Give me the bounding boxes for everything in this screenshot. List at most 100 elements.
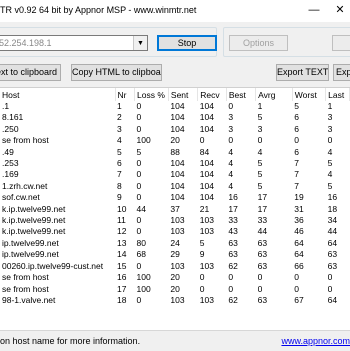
table-row[interactable]: se from host 17 100 20 0 0 0 0 0 xyxy=(0,284,350,295)
value-cell: 104 xyxy=(199,169,214,180)
host-cell: .169 xyxy=(2,169,19,180)
value-cell: 100 xyxy=(136,272,151,283)
value-cell: 104 xyxy=(199,101,214,111)
table-row[interactable]: k.ip.twelve99.net 12 0 103 103 43 44 46 44 xyxy=(0,226,350,237)
table-row[interactable]: sof.cw.net 9 0 104 104 16 17 19 16 xyxy=(0,192,350,203)
value-cell: 17 xyxy=(228,203,238,214)
status-message: on host name for more information. xyxy=(0,336,141,346)
value-cell: 24 xyxy=(170,237,180,248)
value-cell: 3 xyxy=(257,123,263,134)
host-cell: sof.cw.net xyxy=(2,192,40,203)
value-cell: 17 xyxy=(257,203,268,214)
column-header-sent[interactable]: Sent xyxy=(168,88,199,101)
table-row[interactable]: se from host 16 100 20 0 0 0 0 0 xyxy=(0,272,350,283)
host-cell: k.ip.twelve99.net xyxy=(2,226,66,237)
value-cell: 9 xyxy=(117,192,122,203)
value-cell: 64 xyxy=(327,294,338,305)
value-cell: 4 xyxy=(327,169,333,180)
column-header-loss[interactable]: Loss % xyxy=(134,88,169,101)
value-cell: 103 xyxy=(199,215,214,226)
table-row[interactable]: 98-1.valve.net 18 0 103 103 62 63 67 64 xyxy=(0,295,350,306)
table-row[interactable]: .1 1 0 104 104 0 1 5 1 xyxy=(0,101,350,112)
value-cell: 7 xyxy=(117,169,122,180)
table-row[interactable]: 8.161 2 0 104 104 3 5 6 3 xyxy=(0,112,350,123)
table-row[interactable]: .250 3 0 104 104 3 3 6 3 xyxy=(0,124,350,135)
value-cell: 103 xyxy=(199,260,214,271)
table-row[interactable]: 00260.ip.twelve99-cust.net 15 0 103 103 62 63 6… xyxy=(0,261,350,272)
value-cell: 66 xyxy=(294,260,304,271)
value-cell: 44 xyxy=(327,226,338,237)
value-cell: 67 xyxy=(294,294,304,305)
table-row[interactable]: se from host 4 100 20 0 0 0 0 0 xyxy=(0,135,350,146)
host-cell: se from host xyxy=(2,272,49,283)
value-cell: 0 xyxy=(136,101,142,111)
chevron-down-icon[interactable]: ▼ xyxy=(133,36,147,50)
column-header-best[interactable]: Best xyxy=(226,88,257,101)
value-cell: 0 xyxy=(199,272,205,283)
value-cell: 0 xyxy=(294,135,300,146)
value-cell: 7 xyxy=(294,169,300,180)
value-cell: 88 xyxy=(170,146,180,157)
value-cell: 0 xyxy=(294,283,300,294)
column-header-worst[interactable]: Worst xyxy=(292,88,327,101)
table-row[interactable]: .49 5 5 88 84 4 4 6 4 xyxy=(0,147,350,158)
table-row[interactable]: .169 7 0 104 104 4 5 7 4 xyxy=(0,169,350,180)
exit-button[interactable] xyxy=(332,35,350,51)
value-cell: 104 xyxy=(170,123,185,134)
stop-button[interactable]: Stop xyxy=(157,35,217,51)
table-row[interactable]: k.ip.twelve99.net 10 44 37 21 17 17 31 18 xyxy=(0,204,350,215)
minimize-button[interactable]: — xyxy=(306,3,322,17)
copy-html-button[interactable]: Copy HTML to clipboard xyxy=(71,64,162,81)
value-cell: 0 xyxy=(257,283,263,294)
value-cell: 104 xyxy=(199,158,214,169)
value-cell: 19 xyxy=(294,192,304,203)
column-header-nr[interactable]: Nr xyxy=(115,88,136,101)
value-cell: 0 xyxy=(136,260,142,271)
export-text-button[interactable]: Export TEXT xyxy=(276,64,329,81)
value-cell: 3 xyxy=(228,112,234,123)
table-row[interactable]: k.ip.twelve99.net 11 0 103 103 33 33 36 34 xyxy=(0,215,350,226)
value-cell: 0 xyxy=(228,283,234,294)
value-cell: 63 xyxy=(257,294,268,305)
value-cell: 68 xyxy=(136,249,146,260)
value-cell: 2 xyxy=(117,112,122,123)
value-cell: 0 xyxy=(294,272,300,283)
column-header-last[interactable]: Last xyxy=(325,88,350,101)
column-header-recv[interactable]: Recv xyxy=(197,88,227,101)
host-combobox[interactable]: 52.254.198.1 ▼ xyxy=(0,35,148,51)
copy-text-button[interactable]: ext to clipboard xyxy=(0,64,61,81)
value-cell: 103 xyxy=(170,226,185,237)
value-cell: 104 xyxy=(170,169,185,180)
value-cell: 7 xyxy=(294,180,300,191)
value-cell: 100 xyxy=(136,283,151,294)
host-cell: k.ip.twelve99.net xyxy=(2,203,66,214)
close-button[interactable]: ✕ xyxy=(332,3,348,17)
title-bar: TR v0.92 64 bit by Appnor MSP - www.winm… xyxy=(0,0,350,22)
value-cell: 16 xyxy=(117,272,127,283)
table-row[interactable]: ip.twelve99.net 14 68 29 9 63 63 64 63 xyxy=(0,249,350,260)
value-cell: 104 xyxy=(170,101,185,111)
value-cell: 104 xyxy=(170,112,185,123)
host-input[interactable]: 52.254.198.1 xyxy=(0,38,52,48)
value-cell: 62 xyxy=(228,260,238,271)
export-html-button[interactable]: Exp xyxy=(333,64,350,81)
value-cell: 13 xyxy=(117,237,127,248)
value-cell: 21 xyxy=(199,203,210,214)
value-cell: 5 xyxy=(294,101,300,111)
column-header-host[interactable]: Host xyxy=(0,88,116,101)
value-cell: 0 xyxy=(136,123,142,134)
value-cell: 104 xyxy=(199,192,214,203)
value-cell: 64 xyxy=(294,237,304,248)
value-cell: 0 xyxy=(199,135,205,146)
table-row[interactable]: ip.twelve99.net 13 80 24 5 63 63 64 64 xyxy=(0,238,350,249)
appnor-link[interactable]: www.appnor.com xyxy=(281,336,350,346)
table-row[interactable]: .253 6 0 104 104 4 5 7 5 xyxy=(0,158,350,169)
column-header-avrg[interactable]: Avrg xyxy=(255,88,293,101)
value-cell: 103 xyxy=(170,260,185,271)
table-row[interactable]: 1.zrh.cw.net 8 0 104 104 4 5 7 5 xyxy=(0,181,350,192)
options-button[interactable]: Options xyxy=(229,35,288,51)
value-cell: 20 xyxy=(170,272,180,283)
host-cell: 8.161 xyxy=(2,112,24,123)
value-cell: 8 xyxy=(117,180,122,191)
value-cell: 103 xyxy=(199,226,214,237)
